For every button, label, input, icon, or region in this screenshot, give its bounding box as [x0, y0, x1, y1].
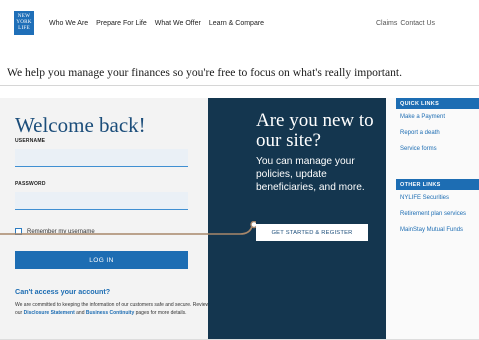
username-label: USERNAME [15, 138, 46, 144]
claims-link[interactable]: Claims [376, 20, 397, 27]
divider [0, 85, 479, 86]
utility-nav: Claims Contact Us [376, 20, 435, 27]
register-subtitle: You can manage your policies, update ben… [256, 156, 365, 193]
connector-dot-icon [250, 221, 256, 229]
register-title: Are you new to our site? [256, 110, 374, 151]
quick-links-header: QUICK LINKS [396, 98, 479, 109]
site-header: NEW YORK LIFE Who We Are Prepare For Lif… [0, 0, 479, 50]
nav-learn-compare[interactable]: Learn & Compare [209, 20, 264, 27]
connector-path [0, 225, 253, 235]
new-york-life-logo[interactable]: NEW YORK LIFE [14, 11, 34, 35]
nav-what-we-offer[interactable]: What We Offer [155, 20, 201, 27]
tagline: We help you manage your finances so you'… [7, 66, 403, 79]
quick-link-service-forms[interactable]: Service forms [400, 146, 437, 152]
password-input[interactable] [15, 192, 188, 210]
connector-line [0, 221, 256, 235]
other-links-header: OTHER LINKS [396, 179, 479, 190]
cant-access-account-link[interactable]: Can't access your account? [15, 287, 110, 296]
business-continuity-link[interactable]: Business Continuity [86, 310, 134, 316]
log-in-button[interactable]: LOG IN [15, 251, 188, 269]
get-started-register-button[interactable]: GET STARTED & REGISTER [256, 224, 368, 241]
password-label: PASSWORD [15, 181, 46, 187]
other-link-nylife-securities[interactable]: NYLIFE Securities [400, 195, 449, 201]
nav-prepare-for-life[interactable]: Prepare For Life [96, 20, 147, 27]
disclosure-statement-link[interactable]: Disclosure Statement [24, 310, 75, 316]
other-link-mainstay-mutual-funds[interactable]: MainStay Mutual Funds [400, 227, 463, 233]
nav-who-we-are[interactable]: Who We Are [49, 20, 88, 27]
quick-link-make-payment[interactable]: Make a Payment [400, 114, 445, 120]
welcome-title: Welcome back! [15, 113, 146, 137]
other-link-retirement-plan-services[interactable]: Retirement plan services [400, 211, 466, 217]
main-nav: Who We Are Prepare For Life What We Offe… [49, 20, 264, 27]
username-input[interactable] [15, 149, 188, 167]
security-notice: We are committed to keeping the informat… [15, 302, 210, 316]
contact-us-link[interactable]: Contact Us [400, 20, 435, 27]
quick-link-report-death[interactable]: Report a death [400, 130, 440, 136]
